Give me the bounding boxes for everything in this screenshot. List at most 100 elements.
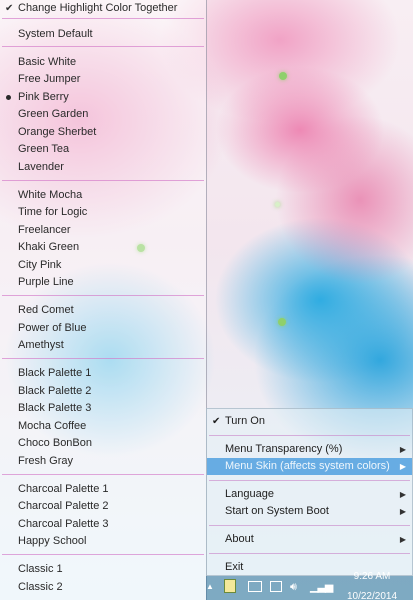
menu-item-charcoal-palette-1[interactable]: Charcoal Palette 1 — [0, 481, 206, 498]
menu-item-charcoal-palette-3[interactable]: Charcoal Palette 3 — [0, 516, 206, 533]
menu-item-label: Freelancer — [18, 224, 71, 236]
menu-item-label: Purple Line — [18, 276, 74, 288]
menu-item-basic-white[interactable]: Basic White — [0, 54, 206, 71]
menu-item-green-garden[interactable]: Green Garden — [0, 106, 206, 123]
menu-item-label: Change Highlight Color Together — [18, 2, 178, 14]
menu-item-freelancer[interactable]: Freelancer — [0, 222, 206, 239]
menu-item-label: Black Palette 3 — [18, 402, 92, 414]
menu-item-label: Power of Blue — [18, 322, 87, 334]
menu-item-choco-bonbon[interactable]: Choco BonBon — [0, 435, 206, 452]
desktop-dot — [279, 72, 287, 80]
menu-item-label: Amethyst — [18, 339, 64, 351]
menu-item-city-pink[interactable]: City Pink — [0, 257, 206, 274]
app-tray-icon[interactable] — [224, 579, 236, 593]
menu-item-label: Turn On — [225, 415, 265, 427]
menu-item-lavender[interactable]: Lavender — [0, 159, 206, 176]
menu-item-label: Free Jumper — [18, 73, 81, 85]
menu-item-label: About — [225, 533, 254, 545]
tray-context-menu: ✔ Turn On Menu Transparency (%) ▶ Menu S… — [206, 408, 413, 576]
desktop-dot — [278, 318, 286, 326]
menu-item-label: Green Garden — [18, 108, 89, 120]
clock-date: 10/22/2014 — [346, 591, 398, 602]
menu-item-change-highlight-color[interactable]: ✔ Change Highlight Color Together — [0, 0, 206, 17]
menu-item-black-palette-1[interactable]: Black Palette 1 — [0, 365, 206, 382]
menu-item-time-for-logic[interactable]: Time for Logic — [0, 204, 206, 221]
menu-item-label: System Default — [18, 28, 93, 40]
menu-item-label: Language — [225, 488, 274, 500]
submenu-arrow-icon: ▶ — [399, 535, 406, 544]
menu-item-label: Mocha Coffee — [18, 420, 87, 432]
menu-item-amethyst[interactable]: Amethyst — [0, 337, 206, 354]
menu-separator — [2, 18, 204, 19]
menu-item-white-mocha[interactable]: White Mocha — [0, 187, 206, 204]
menu-separator — [209, 435, 410, 436]
submenu-arrow-icon: ▶ — [399, 445, 406, 454]
menu-item-label: Black Palette 2 — [18, 385, 92, 397]
menu-item-label: Lavender — [18, 161, 64, 173]
menu-separator — [2, 46, 204, 47]
menu-item-red-comet[interactable]: Red Comet — [0, 302, 206, 319]
menu-item-menu-transparency[interactable]: Menu Transparency (%) ▶ — [207, 441, 412, 458]
menu-skin-submenu: ✔ Change Highlight Color Together System… — [0, 0, 207, 600]
menu-item-about[interactable]: About ▶ — [207, 531, 412, 548]
menu-item-label: Charcoal Palette 1 — [18, 483, 109, 495]
menu-item-label: Time for Logic — [18, 206, 88, 218]
submenu-arrow-icon: ▶ — [399, 507, 406, 516]
menu-item-label: Classic 2 — [18, 581, 63, 593]
menu-item-label: Charcoal Palette 3 — [18, 518, 109, 530]
volume-icon[interactable]: 🔊︎ — [290, 580, 297, 594]
menu-item-label: Black Palette 1 — [18, 367, 92, 379]
desktop-dot — [275, 202, 280, 207]
menu-item-classic-2[interactable]: Classic 2 — [0, 579, 206, 596]
network-signal-icon[interactable]: ▁▃▅ — [310, 580, 333, 594]
menu-item-label: Red Comet — [18, 304, 74, 316]
menu-separator — [2, 554, 204, 555]
menu-item-label: Charcoal Palette 2 — [18, 500, 109, 512]
menu-item-mocha-coffee[interactable]: Mocha Coffee — [0, 418, 206, 435]
menu-item-free-jumper[interactable]: Free Jumper — [0, 71, 206, 88]
window-tray-icon[interactable] — [248, 581, 262, 592]
menu-item-label: Classic 1 — [18, 563, 63, 575]
check-icon: ✔ — [5, 3, 14, 14]
menu-item-label: Menu Skin (affects system colors) — [225, 460, 390, 472]
menu-item-happy-school[interactable]: Happy School — [0, 533, 206, 550]
menu-separator — [2, 358, 204, 359]
submenu-arrow-icon: ▶ — [399, 462, 406, 471]
menu-item-power-of-blue[interactable]: Power of Blue — [0, 320, 206, 337]
menu-item-start-on-boot[interactable]: Start on System Boot ▶ — [207, 503, 412, 520]
menu-item-label: Khaki Green — [18, 241, 80, 253]
taskbar: ▲ 🔊︎ ▁▃▅ 9:26 AM 10/22/2014 — [206, 571, 413, 602]
menu-item-charcoal-palette-2[interactable]: Charcoal Palette 2 — [0, 498, 206, 515]
taskbar-clock[interactable]: 9:26 AM 10/22/2014 — [337, 570, 407, 604]
menu-item-black-palette-2[interactable]: Black Palette 2 — [0, 383, 206, 400]
menu-item-label: Basic White — [18, 56, 77, 68]
menu-item-turn-on[interactable]: ✔ Turn On — [207, 413, 412, 430]
menu-item-orange-sherbet[interactable]: Orange Sherbet — [0, 124, 206, 141]
radio-bullet-icon — [6, 95, 11, 100]
menu-item-pink-berry[interactable]: Pink Berry — [0, 89, 206, 106]
menu-item-fresh-gray[interactable]: Fresh Gray — [0, 453, 206, 470]
menu-item-label: Start on System Boot — [225, 505, 329, 517]
menu-item-label: Pink Berry — [18, 91, 69, 103]
menu-item-menu-skin[interactable]: Menu Skin (affects system colors) ▶ — [207, 458, 412, 475]
show-hidden-icons-button[interactable]: ▲ — [206, 580, 214, 594]
menu-item-label: Orange Sherbet — [18, 126, 97, 138]
menu-item-label: Green Tea — [18, 143, 70, 155]
submenu-arrow-icon: ▶ — [399, 490, 406, 499]
menu-item-label: Exit — [225, 561, 244, 573]
menu-item-classic-1[interactable]: Classic 1 — [0, 561, 206, 578]
menu-item-label: Menu Transparency (%) — [225, 443, 343, 455]
menu-item-purple-line[interactable]: Purple Line — [0, 274, 206, 291]
menu-item-system-default[interactable]: System Default — [0, 26, 206, 43]
menu-separator — [209, 553, 410, 554]
display-tray-icon[interactable] — [270, 581, 282, 592]
menu-item-black-palette-3[interactable]: Black Palette 3 — [0, 400, 206, 417]
menu-item-label: Fresh Gray — [18, 455, 74, 467]
menu-item-label: Choco BonBon — [18, 437, 92, 449]
menu-separator — [2, 180, 204, 181]
menu-item-language[interactable]: Language ▶ — [207, 486, 412, 503]
menu-item-green-tea[interactable]: Green Tea — [0, 141, 206, 158]
menu-item-khaki-green[interactable]: Khaki Green — [0, 239, 206, 256]
menu-separator — [209, 525, 410, 526]
menu-separator — [2, 474, 204, 475]
